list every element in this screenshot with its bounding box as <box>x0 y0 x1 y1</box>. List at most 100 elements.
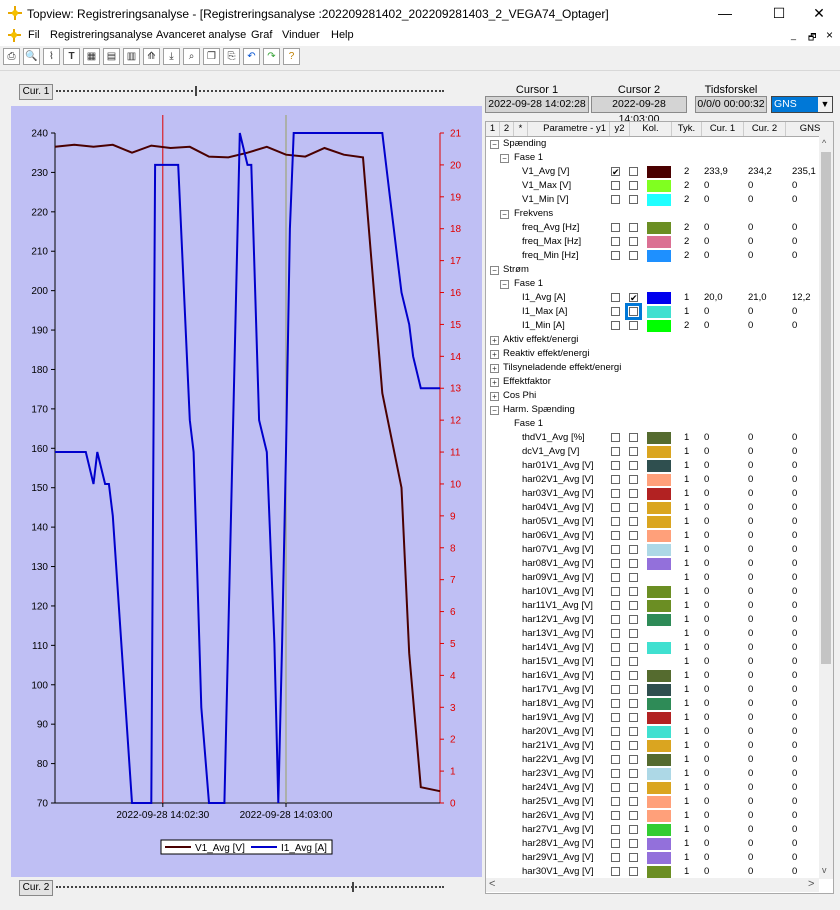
y1-checkbox[interactable] <box>611 685 620 694</box>
col-kol-header[interactable]: Kol. <box>630 122 672 136</box>
group-row[interactable]: − Fase 1 <box>486 151 820 165</box>
zoom-area-icon[interactable]: ⟰ <box>143 48 160 65</box>
y2-checkbox[interactable] <box>629 517 638 526</box>
cursor-1-thumb[interactable] <box>195 86 197 96</box>
y1-checkbox[interactable] <box>611 657 620 666</box>
curve-icon[interactable]: ⌇ <box>43 48 60 65</box>
color-swatch[interactable] <box>647 838 671 850</box>
color-swatch[interactable] <box>647 712 671 724</box>
collapse-icon[interactable]: − <box>490 140 499 149</box>
y2-checkbox[interactable] <box>629 601 638 610</box>
col-y2-header[interactable]: y2 <box>610 122 630 136</box>
parameter-row[interactable]: har13V1_Avg [V] 1 0 0 0 <box>486 627 820 641</box>
print-preview-icon[interactable]: 🔍 <box>23 48 40 65</box>
y1-checkbox[interactable] <box>611 839 620 848</box>
color-swatch[interactable] <box>647 236 671 248</box>
y2-checkbox[interactable]: ✔ <box>629 293 638 303</box>
parameter-row[interactable]: har12V1_Avg [V] 1 0 0 0 <box>486 613 820 627</box>
col-cur1-header[interactable]: Cur. 1 <box>702 122 744 136</box>
y2-checkbox[interactable] <box>629 251 638 260</box>
y1-checkbox[interactable] <box>611 867 620 876</box>
redo-icon[interactable]: ↷ <box>263 48 280 65</box>
y2-checkbox[interactable] <box>629 811 638 820</box>
y1-checkbox[interactable] <box>611 559 620 568</box>
y2-checkbox[interactable] <box>629 223 638 232</box>
scroll-down-icon[interactable]: v <box>822 865 827 875</box>
y2-checkbox[interactable] <box>629 643 638 652</box>
group-row[interactable]: − Frekvens <box>486 207 820 221</box>
expand-icon[interactable]: + <box>490 350 499 359</box>
parameter-row[interactable]: har21V1_Avg [V] 1 0 0 0 <box>486 739 820 753</box>
color-swatch[interactable] <box>647 824 671 836</box>
zoom-out-icon[interactable]: ⤓ <box>163 48 180 65</box>
y2-checkbox[interactable] <box>629 573 638 582</box>
collapse-icon[interactable]: − <box>500 280 509 289</box>
chevron-down-icon[interactable]: ▼ <box>818 97 832 112</box>
close-button[interactable]: ✕ <box>796 0 840 27</box>
y2-checkbox[interactable] <box>629 671 638 680</box>
y1-checkbox[interactable] <box>611 461 620 470</box>
parameter-row[interactable]: har15V1_Avg [V] 1 0 0 0 <box>486 655 820 669</box>
y1-checkbox[interactable] <box>611 811 620 820</box>
parameter-row[interactable]: har09V1_Avg [V] 1 0 0 0 <box>486 571 820 585</box>
y2-checkbox[interactable] <box>629 587 638 596</box>
parameter-row[interactable]: har22V1_Avg [V] 1 0 0 0 <box>486 753 820 767</box>
parameter-row[interactable]: har19V1_Avg [V] 1 0 0 0 <box>486 711 820 725</box>
color-swatch[interactable] <box>647 306 671 318</box>
col-tyk-header[interactable]: Tyk. <box>672 122 702 136</box>
color-swatch[interactable] <box>647 866 671 878</box>
color-swatch[interactable] <box>647 740 671 752</box>
y1-checkbox[interactable] <box>611 713 620 722</box>
parameter-row[interactable]: V1_Max [V] 2 0 0 0 <box>486 179 820 193</box>
chart-bar-icon[interactable]: ▤ <box>103 48 120 65</box>
col-star-header[interactable]: * <box>514 122 528 136</box>
color-swatch[interactable] <box>647 446 671 458</box>
y1-checkbox[interactable] <box>611 503 620 512</box>
y1-checkbox[interactable] <box>611 517 620 526</box>
parameter-row[interactable]: I1_Max [A] 1 0 0 0 <box>486 303 820 320</box>
y2-checkbox[interactable] <box>629 237 638 246</box>
y1-checkbox[interactable] <box>611 251 620 260</box>
color-swatch[interactable] <box>647 796 671 808</box>
print-icon[interactable]: ⎙ <box>3 48 20 65</box>
y2-checkbox[interactable] <box>629 559 638 568</box>
y2-checkbox[interactable] <box>629 657 638 666</box>
y1-checkbox[interactable] <box>611 601 620 610</box>
chart-area-icon[interactable]: ▦ <box>83 48 100 65</box>
color-swatch[interactable] <box>647 502 671 514</box>
y2-checkbox[interactable] <box>629 699 638 708</box>
cursor-2-slider[interactable] <box>56 886 444 898</box>
y1-checkbox[interactable] <box>611 825 620 834</box>
parameter-row[interactable]: har02V1_Avg [V] 1 0 0 0 <box>486 473 820 487</box>
color-swatch[interactable] <box>647 782 671 794</box>
parameter-row[interactable]: har26V1_Avg [V] 1 0 0 0 <box>486 809 820 823</box>
color-swatch[interactable] <box>647 852 671 864</box>
y1-checkbox[interactable] <box>611 587 620 596</box>
color-swatch[interactable] <box>647 180 671 192</box>
y2-checkbox[interactable] <box>629 685 638 694</box>
group-row[interactable]: + Cos Phi <box>486 389 820 403</box>
y2-checkbox[interactable] <box>629 727 638 736</box>
menu-avanceret-analyse[interactable]: Avanceret analyse <box>156 29 246 41</box>
y1-checkbox[interactable] <box>611 531 620 540</box>
y1-checkbox[interactable] <box>611 699 620 708</box>
color-swatch[interactable] <box>647 586 671 598</box>
parameter-row[interactable]: thdV1_Avg [%] 1 0 0 0 <box>486 431 820 445</box>
color-swatch[interactable] <box>647 320 671 332</box>
parameter-row[interactable]: har05V1_Avg [V] 1 0 0 0 <box>486 515 820 529</box>
mdi-close-button[interactable]: × <box>826 28 833 42</box>
help-icon[interactable]: ? <box>283 48 300 65</box>
cursor-1-button[interactable]: Cur. 1 <box>19 84 53 100</box>
group-row[interactable]: + Effektfaktor <box>486 375 820 389</box>
group-row[interactable]: + Reaktiv effekt/energi <box>486 347 820 361</box>
menu-graf[interactable]: Graf <box>251 29 272 41</box>
parameter-row[interactable]: har14V1_Avg [V] 1 0 0 0 <box>486 641 820 655</box>
collapse-icon[interactable]: − <box>490 406 499 415</box>
y1-checkbox[interactable] <box>611 433 620 442</box>
y1-checkbox[interactable] <box>611 237 620 246</box>
parameter-row[interactable]: har08V1_Avg [V] 1 0 0 0 <box>486 557 820 571</box>
y2-checkbox[interactable] <box>629 853 638 862</box>
color-swatch[interactable] <box>647 670 671 682</box>
y1-checkbox[interactable] <box>611 643 620 652</box>
color-swatch[interactable] <box>647 754 671 766</box>
